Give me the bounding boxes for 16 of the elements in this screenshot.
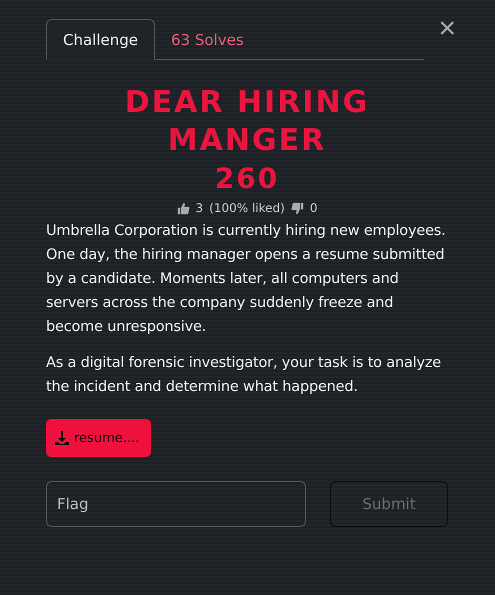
flag-field[interactable]: Flag: [46, 481, 306, 527]
close-button[interactable]: ×: [438, 14, 456, 44]
thumbs-up-icon: [176, 202, 190, 214]
download-icon: [54, 430, 70, 446]
download-button[interactable]: resume....: [46, 419, 152, 457]
tab[interactable]: Challenge: [46, 19, 155, 60]
like-count: 3: [196, 201, 204, 215]
points: 260: [214, 162, 280, 195]
tab[interactable]: 63 Solves: [155, 19, 260, 60]
description: As a digital forensic investigator, your task is to analyze the incident and determine what happened.: [46, 354, 442, 397]
dislike-count: 0: [310, 201, 318, 215]
like-percent: (100% liked): [209, 201, 285, 215]
challenge-title: DEAR HIRING MANGER: [124, 84, 370, 160]
thumbs-down-icon: [290, 202, 304, 214]
description: Umbrella Corporation is currently hiring new employees. One day, the hiring manager opens a resume submitted by a candidate. Moments later, all computers and servers across the company suddenly freeze and become unresponsive.: [46, 222, 447, 337]
submit-button[interactable]: Submit: [330, 481, 448, 527]
